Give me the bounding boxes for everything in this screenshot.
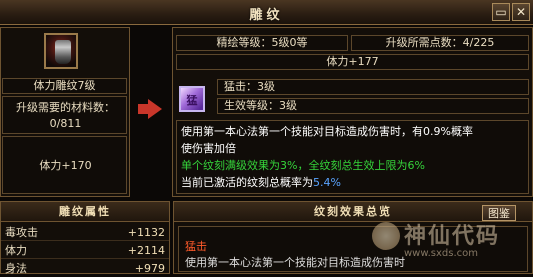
right-attribute-box: 体力+177	[176, 54, 529, 70]
skill-box: 猛击：3级	[217, 79, 529, 95]
active-line: 当前已激活的纹刻总概率为5.4%	[181, 174, 524, 191]
gem-icon[interactable]: 猛	[179, 86, 205, 112]
window-title: 雕纹	[249, 8, 284, 23]
effect-level: 生效等级：3级	[224, 99, 297, 112]
bonus-line: 单个纹刻满级效果为3%，全纹刻总生效上限为6%	[181, 159, 425, 172]
refine-level-box: 精绘等级：5级0等	[176, 35, 348, 51]
active-prefix: 当前已激活的纹刻总概率为	[181, 176, 313, 189]
attribute-value: +2114	[127, 244, 165, 257]
gem-glyph: 猛	[186, 94, 198, 107]
attribute-row: 体力 +2114	[1, 242, 169, 259]
attribute-row: 毒攻击 +1132	[1, 224, 169, 241]
upgrade-arrow-icon	[148, 99, 162, 119]
right-attribute: 体力+177	[326, 55, 379, 68]
attributes-header: 雕纹属性	[1, 202, 169, 222]
materials-box: 升级需要的材料数： 0/811	[2, 96, 127, 134]
close-button[interactable]: ✕	[512, 3, 530, 21]
description-box: 使用第一本心法第一个技能对目标造成伤害时，有0.9%概率 使伤害加倍 单个纹刻满…	[176, 120, 529, 194]
minimize-button[interactable]: ▭	[492, 3, 510, 21]
effect-level-box: 生效等级：3级	[217, 98, 529, 114]
attribute-name: 毒攻击	[5, 226, 38, 239]
attribute-row: 身法 +979	[1, 260, 169, 277]
left-attribute: 体力+170	[39, 159, 92, 172]
upgrade-arrow-stem	[138, 104, 148, 114]
materials-value: 0/811	[49, 117, 82, 130]
attribute-name: 身法	[5, 262, 27, 275]
watermark-url: www.sxds.com	[404, 248, 479, 259]
skill-line: 猛击：3级	[224, 80, 275, 93]
active-value: 5.4%	[313, 176, 341, 189]
refine-level: 精绘等级：5级0等	[216, 36, 308, 49]
desc-line-2: 使伤害加倍	[181, 142, 236, 155]
attribute-value: +979	[134, 262, 165, 275]
desc-line-1: 使用第一本心法第一个技能对目标造成伤害时，有0.9%概率	[181, 125, 473, 138]
item-name: 体力雕纹7级	[33, 79, 96, 92]
attribute-value: +1132	[127, 226, 165, 239]
watermark-logo-icon	[372, 222, 400, 250]
watermark-text: 神仙代码	[404, 223, 501, 249]
points-needed: 升级所需点数：4/225	[385, 36, 495, 49]
points-box: 升级所需点数：4/225	[351, 35, 529, 51]
attribute-name: 体力	[5, 244, 27, 257]
left-attribute-box: 体力+170	[2, 136, 127, 194]
materials-label: 升级需要的材料数：	[16, 101, 115, 114]
item-name-box: 体力雕纹7级	[2, 78, 127, 94]
armor-icon	[55, 40, 71, 64]
item-slot[interactable]	[44, 33, 78, 69]
